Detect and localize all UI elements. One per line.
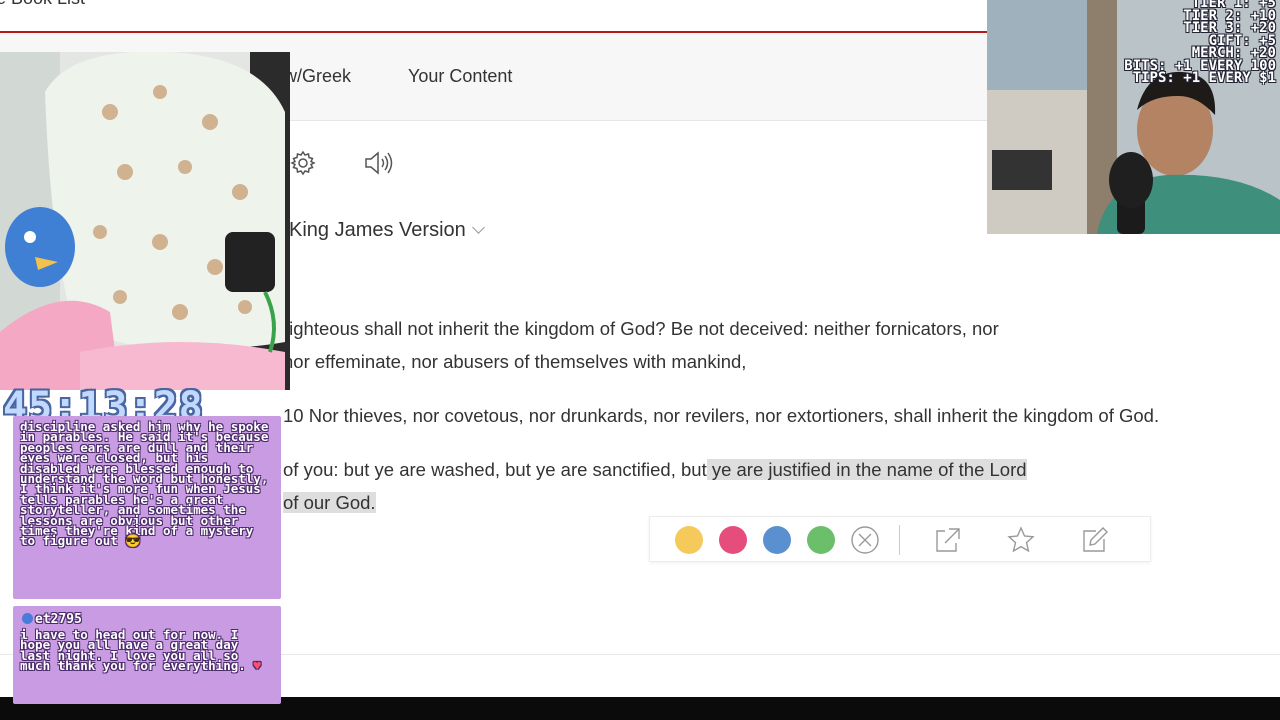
edit-note-icon[interactable] <box>1080 525 1110 555</box>
screen: e Book List ﹀ w/Greek Your Content King J… <box>0 0 1280 720</box>
chat-message: et2795 i have to head out for now. I hop… <box>13 606 281 704</box>
verse-11-highlighted-text: ye are justified in the name of the Lord <box>706 459 1027 480</box>
verse-9-line-2[interactable]: nor effeminate, nor abusers of themselve… <box>283 345 746 378</box>
chevron-down-icon: ﹀ <box>95 0 108 7</box>
share-icon[interactable] <box>932 525 962 555</box>
tab-hebrew-greek[interactable]: w/Greek <box>284 66 351 87</box>
chat-message-text: i have to head out for now. I hope you a… <box>20 627 261 674</box>
highlight-green-button[interactable] <box>807 526 835 554</box>
chat-message: discipline asked him why he spoke in par… <box>13 416 281 599</box>
webcam-left <box>0 52 290 390</box>
chat-username: et2795 <box>22 612 82 627</box>
speaker-icon[interactable] <box>363 150 395 176</box>
highlight-red-button[interactable] <box>719 526 747 554</box>
sub-goal-info: TIER 1: +5 TIER 2: +10 TIER 3: +20 GIFT:… <box>1124 0 1276 85</box>
chat-message-text: discipline asked him why he spoke in par… <box>20 419 269 549</box>
webcam-right: TIER 1: +5 TIER 2: +10 TIER 3: +20 GIFT:… <box>987 0 1280 234</box>
heart-icon: ♥ <box>253 658 261 674</box>
star-icon[interactable] <box>1006 525 1036 555</box>
tab-your-content[interactable]: Your Content <box>408 66 512 87</box>
version-label: King James Version <box>289 219 466 241</box>
sub-info-line: TIPS: +1 EVERY $1 <box>1132 70 1276 86</box>
gear-icon[interactable] <box>290 150 316 176</box>
verse-10[interactable]: 10 Nor thieves, nor covetous, nor drunka… <box>283 399 1159 432</box>
highlight-yellow-button[interactable] <box>675 526 703 554</box>
toolbar-divider <box>899 525 900 555</box>
verse-9-line-1[interactable]: righteous shall not inherit the kingdom … <box>283 312 999 345</box>
highlight-toolbar <box>649 516 1151 562</box>
verse-11-highlighted-text-end: of our God. <box>283 492 376 513</box>
version-selector[interactable]: King James Version <box>289 219 485 242</box>
user-badge-icon <box>22 613 33 624</box>
highlight-blue-button[interactable] <box>763 526 791 554</box>
book-list-dropdown[interactable]: e Book List ﹀ <box>0 0 107 9</box>
verse-11-line-2[interactable]: of our God. <box>283 486 376 519</box>
verse-11-text: of you: but ye are washed, but ye are sa… <box>283 459 707 480</box>
chevron-down-icon <box>471 221 485 234</box>
verse-11-line-1[interactable]: of you: but ye are washed, but ye are sa… <box>283 453 1027 486</box>
emote-icon: 😎 <box>125 533 141 549</box>
clear-highlight-icon[interactable] <box>850 525 880 555</box>
book-list-label: e Book List <box>0 0 85 8</box>
